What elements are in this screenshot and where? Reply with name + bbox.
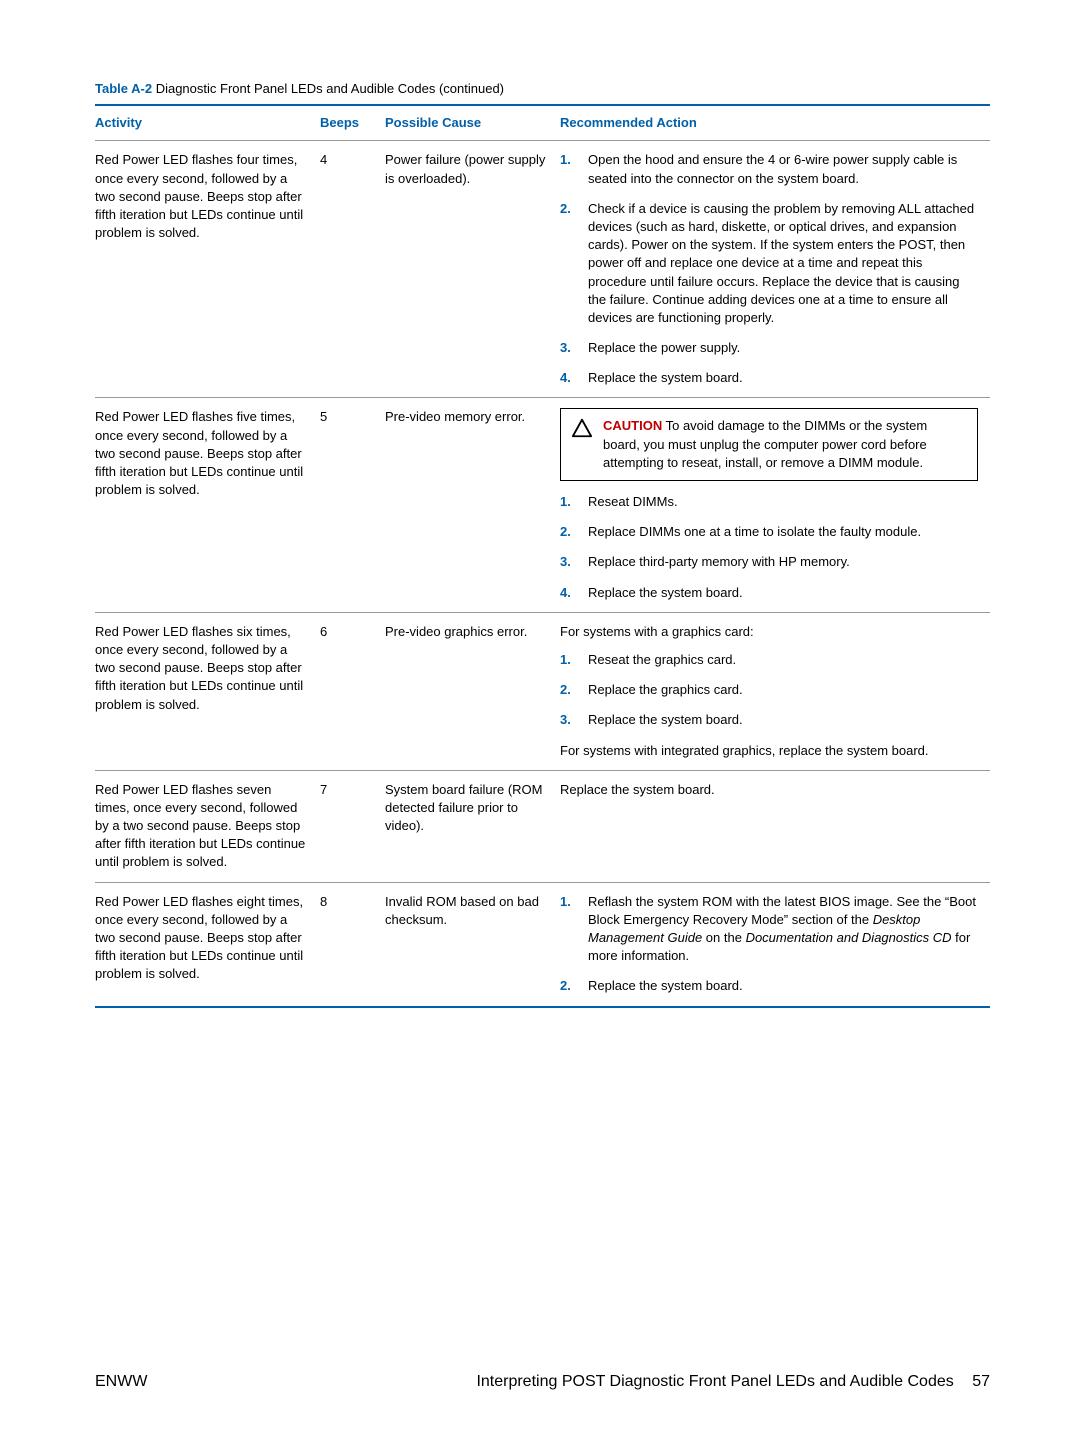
table-caption: Table A-2 Diagnostic Front Panel LEDs an…	[95, 80, 990, 98]
action-text: Replace the power supply.	[588, 339, 740, 357]
action-number: 2.	[560, 200, 574, 327]
action-plain: Replace the system board.	[560, 781, 978, 799]
cell-cause: Power failure (power supply is overloade…	[385, 141, 560, 398]
action-item: 4. Replace the system board.	[560, 369, 978, 387]
action-text: Reseat the graphics card.	[588, 651, 736, 669]
cell-cause: Invalid ROM based on bad checksum.	[385, 882, 560, 1006]
table-caption-rest: Diagnostic Front Panel LEDs and Audible …	[152, 81, 504, 96]
action-item: 1.Reflash the system ROM with the latest…	[560, 893, 978, 966]
cell-cause: Pre-video graphics error.	[385, 612, 560, 770]
cell-activity: Red Power LED flashes six times, once ev…	[95, 612, 320, 770]
action-posttext: For systems with integrated graphics, re…	[560, 742, 978, 760]
action-text: Replace the system board.	[588, 977, 743, 995]
action-number: 1.	[560, 651, 574, 669]
action-text: Replace the graphics card.	[588, 681, 743, 699]
action-item: 1. Reseat DIMMs.	[560, 493, 978, 511]
action-item: 2. Replace DIMMs one at a time to isolate…	[560, 523, 978, 541]
caution-label: CAUTION	[603, 418, 662, 433]
cell-beeps: 4	[320, 141, 385, 398]
page-footer: ENWW Interpreting POST Diagnostic Front …	[95, 1371, 990, 1393]
table-row: Red Power LED flashes eight times, once …	[95, 882, 990, 1006]
action-number: 3.	[560, 711, 574, 729]
action-item: 2. Replace the graphics card.	[560, 681, 978, 699]
cell-action: For systems with a graphics card: 1. Resea…	[560, 612, 990, 770]
footer-page-number: 57	[972, 1373, 990, 1390]
caution-box: CAUTION To avoid damage to the DIMMs or …	[560, 408, 978, 481]
action-item: 2.Check if a device is causing the probl…	[560, 200, 978, 327]
action-item: 1. Reseat the graphics card.	[560, 651, 978, 669]
action-item: 3. Replace the power supply.	[560, 339, 978, 357]
header-beeps: Beeps	[320, 105, 385, 141]
cell-action: Replace the system board.	[560, 770, 990, 882]
header-action: Recommended Action	[560, 105, 990, 141]
action-text: Replace third-party memory with HP memor…	[588, 553, 850, 571]
action-list: 1. Reseat DIMMs. 2. Replace DIMMs one at a …	[560, 493, 978, 602]
action-text: Check if a device is causing the problem…	[588, 200, 978, 327]
cell-beeps: 6	[320, 612, 385, 770]
caution-triangle-icon	[571, 417, 593, 439]
action-number: 4.	[560, 369, 574, 387]
action-item: 4. Replace the system board.	[560, 584, 978, 602]
header-cause: Possible Cause	[385, 105, 560, 141]
cell-activity: Red Power LED flashes five times, once e…	[95, 398, 320, 612]
header-activity: Activity	[95, 105, 320, 141]
table-row: Red Power LED flashes five times, once e…	[95, 398, 990, 612]
action-pretext: For systems with a graphics card:	[560, 623, 978, 641]
table-row: Red Power LED flashes seven times, once …	[95, 770, 990, 882]
action-item: 1. Open the hood and ensure the 4 or 6-wi…	[560, 151, 978, 187]
action-list: 1.Reflash the system ROM with the latest…	[560, 893, 978, 996]
action-item: 3. Replace the system board.	[560, 711, 978, 729]
action-text: Reflash the system ROM with the latest B…	[588, 893, 978, 966]
action-item: 2. Replace the system board.	[560, 977, 978, 995]
cell-beeps: 8	[320, 882, 385, 1006]
cell-action: CAUTION To avoid damage to the DIMMs or …	[560, 398, 990, 612]
action-text: Reseat DIMMs.	[588, 493, 678, 511]
table-row: Red Power LED flashes four times, once e…	[95, 141, 990, 398]
action-number: 2.	[560, 523, 574, 541]
action-number: 2.	[560, 977, 574, 995]
action-text: Replace DIMMs one at a time to isolate t…	[588, 523, 921, 541]
cell-action: 1. Open the hood and ensure the 4 or 6-wi…	[560, 141, 990, 398]
action-list: 1. Reseat the graphics card. 2. Replace the…	[560, 651, 978, 730]
cell-cause: System board failure (ROM detected failu…	[385, 770, 560, 882]
cell-cause: Pre-video memory error.	[385, 398, 560, 612]
cell-beeps: 5	[320, 398, 385, 612]
table-row: Red Power LED flashes six times, once ev…	[95, 612, 990, 770]
table-number: Table A-2	[95, 81, 152, 96]
action-text: Open the hood and ensure the 4 or 6-wire…	[588, 151, 978, 187]
action-number: 2.	[560, 681, 574, 699]
caution-content: CAUTION To avoid damage to the DIMMs or …	[603, 417, 967, 472]
diagnostic-table: Activity Beeps Possible Cause Recommende…	[95, 104, 990, 1007]
cell-beeps: 7	[320, 770, 385, 882]
action-text: Replace the system board.	[588, 711, 743, 729]
action-text: Replace the system board.	[588, 584, 743, 602]
action-number: 3.	[560, 553, 574, 571]
action-number: 4.	[560, 584, 574, 602]
action-item: 3. Replace third-party memory with HP mem…	[560, 553, 978, 571]
footer-left: ENWW	[95, 1371, 147, 1393]
action-text: Replace the system board.	[588, 369, 743, 387]
cell-activity: Red Power LED flashes eight times, once …	[95, 882, 320, 1006]
action-number: 1.	[560, 493, 574, 511]
action-list: 1. Open the hood and ensure the 4 or 6-wi…	[560, 151, 978, 387]
action-number: 1.	[560, 151, 574, 187]
cell-activity: Red Power LED flashes seven times, once …	[95, 770, 320, 882]
footer-title: Interpreting POST Diagnostic Front Panel…	[476, 1373, 953, 1390]
action-number: 3.	[560, 339, 574, 357]
footer-right: Interpreting POST Diagnostic Front Panel…	[476, 1371, 990, 1393]
cell-activity: Red Power LED flashes four times, once e…	[95, 141, 320, 398]
cell-action: 1.Reflash the system ROM with the latest…	[560, 882, 990, 1006]
action-number: 1.	[560, 893, 574, 966]
